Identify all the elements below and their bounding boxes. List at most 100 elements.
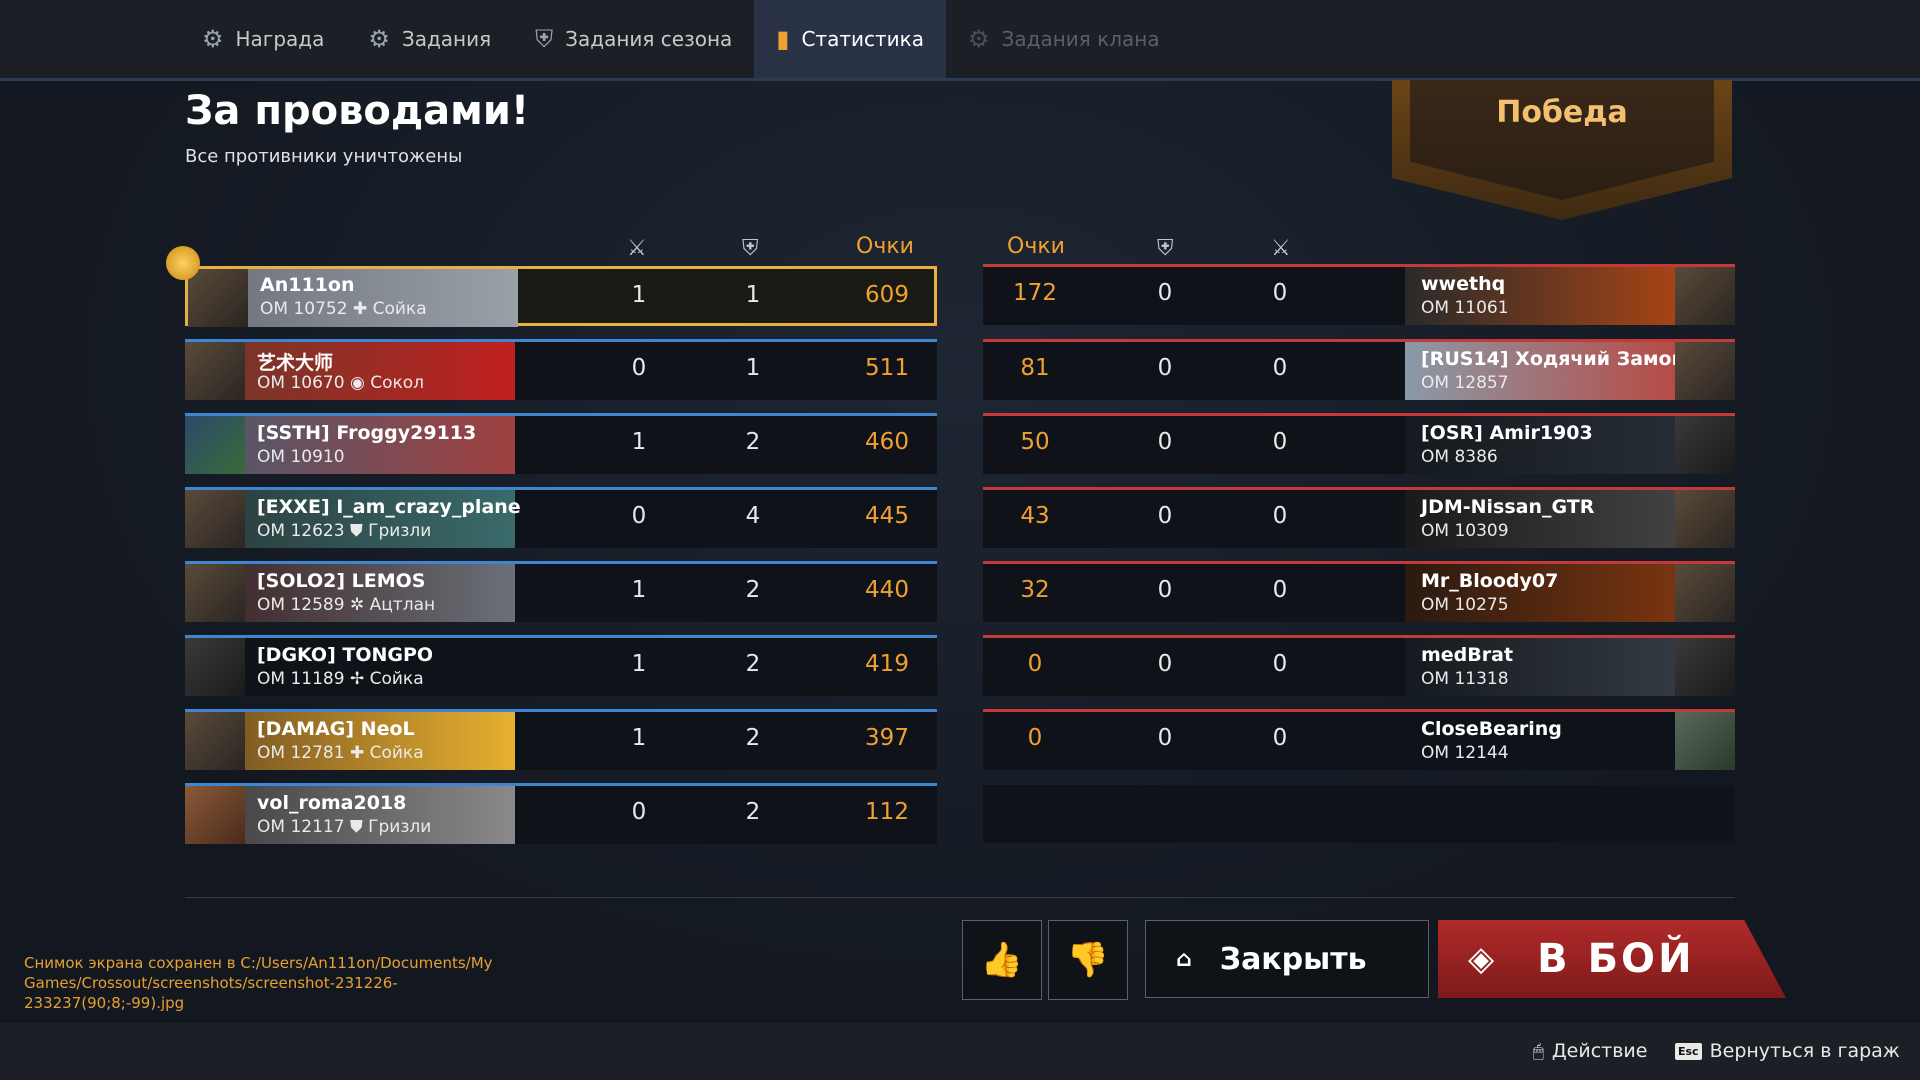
player-name: [RUS14] Ходячий Замок: [1421, 348, 1685, 370]
esc-key-icon: Esc: [1675, 1042, 1702, 1060]
player-row[interactable]: [DGKO] TONGPO ОМ 11189 ✢ Сойка 1 2 419: [185, 635, 937, 696]
score-value: 0: [1027, 725, 1043, 751]
player-row[interactable]: 50 0 0 [OSR] Amir1903 ОМ 8386: [983, 413, 1735, 474]
divider: [185, 897, 1735, 898]
player-name: [SSTH] Froggy29113: [257, 422, 477, 444]
player-banner: [RUS14] Ходячий Замок ОМ 12857: [1405, 342, 1735, 400]
kills-value: 1: [631, 651, 647, 677]
dislike-button[interactable]: 👎: [1048, 920, 1128, 1000]
player-om: ОМ 12589 ✲ Ацтлан: [257, 595, 436, 615]
player-row[interactable]: [SOLO2] LEMOS ОМ 12589 ✲ Ацтлан 1 2 440: [185, 561, 937, 622]
assists-value: 0: [1157, 577, 1173, 603]
player-banner: JDM-Nissan_GTR ОМ 10309: [1405, 490, 1735, 548]
assists-value: 2: [745, 577, 761, 603]
avatar: [185, 416, 245, 474]
assists-value: 1: [745, 282, 761, 308]
assists-value: 2: [745, 651, 761, 677]
score-header-right: Очки: [1007, 234, 1065, 259]
player-name: An111on: [260, 274, 355, 296]
player-row[interactable]: 32 0 0 Mr_Bloody07 ОМ 10275: [983, 561, 1735, 622]
player-om: ОМ 8386: [1421, 447, 1498, 467]
player-row[interactable]: 艺术大师 ОМ 10670 ◉ Сокол 0 1 511: [185, 339, 937, 400]
player-row[interactable]: [SSTH] Froggy29113 ОМ 10910 1 2 460: [185, 413, 937, 474]
tab-clan-quests[interactable]: ⚙ Задания клана: [946, 0, 1182, 78]
close-button[interactable]: ⌂ Закрыть: [1145, 920, 1429, 998]
kills-value: 0: [1272, 429, 1288, 455]
avatar: [188, 269, 248, 327]
player-name: Mr_Bloody07: [1421, 570, 1559, 592]
hint-action-label: Действие: [1551, 1040, 1648, 1062]
quest-gear-icon: ⚙: [368, 25, 390, 53]
tabs: ⚙ Награда ⚙ Задания ⛨ Задания сезона ▮ С…: [180, 0, 1182, 78]
screenshot-saved-notice: Снимок экрана сохранен в C:/Users/An111o…: [24, 954, 493, 1012]
kills-icon: ⚔: [1271, 236, 1291, 261]
kills-icon: ⚔: [627, 236, 647, 261]
player-row[interactable]: [EXXE] I_am_crazy_plane ОМ 12623 ⛊ Гризл…: [185, 487, 937, 548]
tab-season-quests[interactable]: ⛨ Задания сезона: [513, 0, 754, 78]
tab-label: Задания: [401, 27, 492, 51]
player-om: ОМ 11189 ✢ Сойка: [257, 669, 424, 689]
player-om: ОМ 10670 ◉ Сокол: [257, 373, 425, 393]
avatar: [185, 342, 245, 400]
assists-value: 2: [745, 429, 761, 455]
gear-target-icon: ⚙: [202, 25, 224, 53]
to-battle-button[interactable]: ◈ В БОЙ: [1438, 920, 1786, 998]
thumbs-up-icon: 👍: [980, 940, 1024, 980]
hint-back-to-garage[interactable]: Esc Вернуться в гараж: [1675, 1040, 1900, 1062]
avatar: [1675, 416, 1735, 474]
player-name: CloseBearing: [1421, 718, 1562, 740]
player-row[interactable]: vol_roma2018 ОМ 12117 ⛊ Гризли 0 2 112: [185, 783, 937, 844]
tab-quests[interactable]: ⚙ Задания: [346, 0, 513, 78]
mouse-left-icon: 🖱: [1533, 1040, 1544, 1062]
avatar: [1675, 267, 1735, 325]
garage-icon: ⌂: [1176, 946, 1192, 972]
tab-statistics[interactable]: ▮ Статистика: [754, 0, 947, 78]
player-row[interactable]: [DAMAG] NeoL ОМ 12781 ✚ Сойка 1 2 397: [185, 709, 937, 770]
kills-value: 0: [1272, 503, 1288, 529]
tab-label: Статистика: [801, 27, 925, 51]
player-row[interactable]: 172 0 0 wwethq ОМ 11061: [983, 264, 1735, 325]
player-banner: Mr_Bloody07 ОМ 10275: [1405, 564, 1735, 622]
assists-value: 4: [745, 503, 761, 529]
player-om: ОМ 12144: [1421, 743, 1509, 763]
player-om: ОМ 12857: [1421, 373, 1509, 393]
avatar: [185, 712, 245, 770]
kills-value: 1: [631, 725, 647, 751]
score-value: 445: [865, 503, 909, 529]
avatar: [1675, 564, 1735, 622]
assists-value: 0: [1157, 355, 1173, 381]
score-value: 511: [865, 355, 909, 381]
tab-reward[interactable]: ⚙ Награда: [180, 0, 346, 78]
player-banner: [OSR] Amir1903 ОМ 8386: [1405, 416, 1735, 474]
player-row[interactable]: 81 0 0 [RUS14] Ходячий Замок ОМ 12857: [983, 339, 1735, 400]
player-banner: [DAMAG] NeoL ОМ 12781 ✚ Сойка: [185, 712, 515, 770]
player-row[interactable]: 0 0 0 medBrat ОМ 11318: [983, 635, 1735, 696]
player-row[interactable]: 43 0 0 JDM-Nissan_GTR ОМ 10309: [983, 487, 1735, 548]
tab-label: Награда: [235, 27, 325, 51]
player-banner: [SOLO2] LEMOS ОМ 12589 ✲ Ацтлан: [185, 564, 515, 622]
player-row[interactable]: An111on ОМ 10752 ✚ Сойка 1 1 609: [185, 266, 937, 327]
player-banner: medBrat ОМ 11318: [1405, 638, 1735, 696]
assists-value: 0: [1157, 651, 1173, 677]
avatar: [185, 638, 245, 696]
page-subtitle: Все противники уничтожены: [185, 146, 463, 167]
player-row[interactable]: 0 0 0 CloseBearing ОМ 12144: [983, 709, 1735, 770]
player-om: ОМ 10275: [1421, 595, 1509, 615]
player-banner: wwethq ОМ 11061: [1405, 267, 1735, 325]
close-label: Закрыть: [1219, 941, 1367, 977]
player-name: vol_roma2018: [257, 792, 407, 814]
mvp-medal-icon: [166, 246, 200, 280]
score-value: 0: [1027, 651, 1043, 677]
like-button[interactable]: 👍: [962, 920, 1042, 1000]
hint-action[interactable]: 🖱 Действие: [1533, 1040, 1647, 1062]
score-value: 397: [865, 725, 909, 751]
player-name: [DGKO] TONGPO: [257, 644, 434, 666]
tab-label: Задания клана: [1001, 27, 1160, 51]
results-panel: [0, 81, 1920, 1023]
player-name: JDM-Nissan_GTR: [1421, 496, 1595, 518]
score-header-left: Очки: [856, 234, 914, 259]
kills-value: 0: [1272, 355, 1288, 381]
score-value: 172: [1013, 280, 1057, 306]
battle-warning-icon: ◈: [1468, 939, 1498, 979]
result-label: Победа: [1496, 95, 1628, 130]
